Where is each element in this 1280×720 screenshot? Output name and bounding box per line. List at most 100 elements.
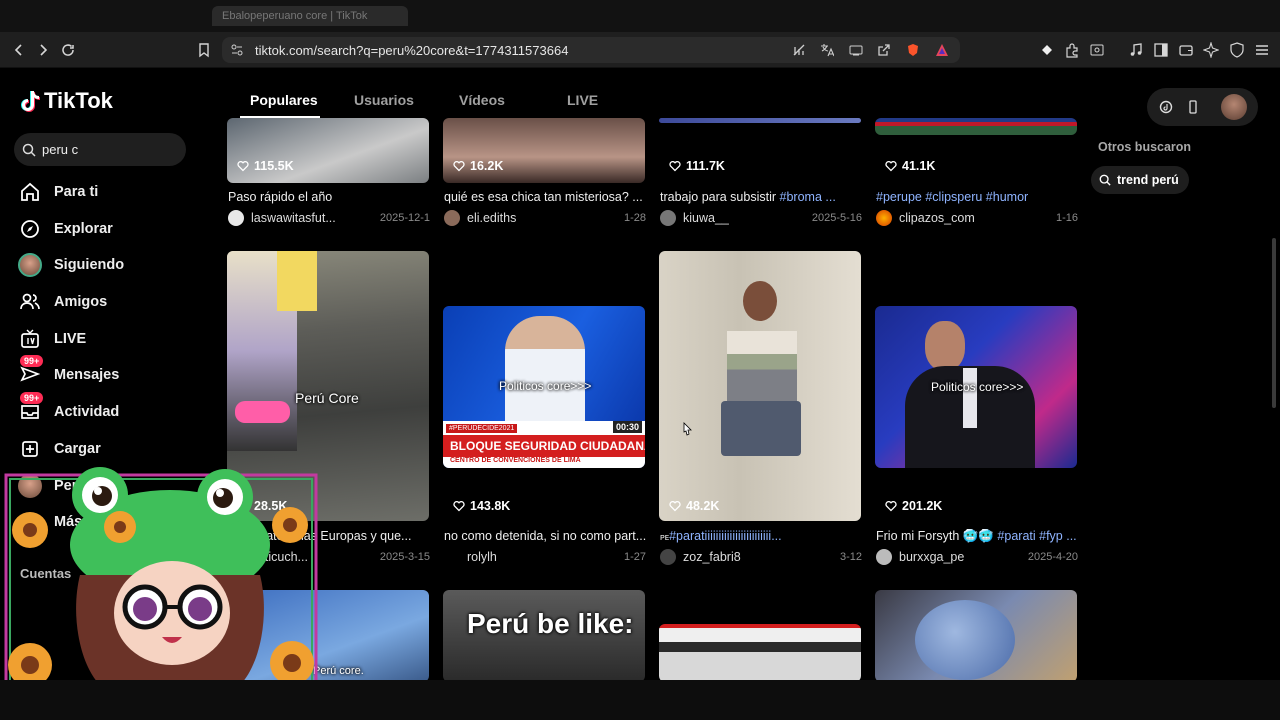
video-thumbnail[interactable] xyxy=(875,118,1077,135)
like-count: 48.2K xyxy=(669,499,719,513)
video-meta: laswawitasfut... 2025-12-1 xyxy=(228,209,430,227)
brave-rewards-icon[interactable] xyxy=(933,41,951,59)
heart-icon xyxy=(669,161,681,172)
video-card[interactable]: 48.2K ᴘᴇ#paratiiiiiiiiiiiiiiiiiiiiiiii..… xyxy=(659,251,862,571)
related-search-chip[interactable]: trend perú xyxy=(1091,166,1189,194)
sidebar-toggle-icon[interactable] xyxy=(1150,39,1172,61)
likes-value: 41.1K xyxy=(902,159,936,173)
extension-dot-icon[interactable] xyxy=(1036,39,1058,61)
site-info-icon[interactable] xyxy=(228,41,246,59)
translate-icon[interactable] xyxy=(818,41,836,59)
vpn-icon[interactable] xyxy=(1226,39,1248,61)
video-caption[interactable]: Frio mi Forsyth 🥶🥶 #parati #fyp ... xyxy=(876,529,1078,544)
author-name[interactable]: rolylh xyxy=(467,550,618,564)
forward-icon[interactable] xyxy=(32,39,54,61)
nav-item-mensajes[interactable]: 99+ Mensajes xyxy=(18,355,218,390)
tab-live[interactable]: LIVE xyxy=(567,92,598,108)
nav-item-para-ti[interactable]: Para ti xyxy=(18,177,218,207)
caption-prefix: ᴘᴇ xyxy=(660,532,670,542)
nav-item-explorar[interactable]: Explorar xyxy=(18,214,218,244)
caption-hashtag[interactable]: #broma ... xyxy=(780,190,836,204)
search-input[interactable]: peru c xyxy=(14,133,186,166)
leo-ai-icon[interactable] xyxy=(1200,39,1222,61)
video-card[interactable]: Perú be like: xyxy=(443,590,646,680)
tiktok-logo[interactable]: TikTok xyxy=(20,88,113,114)
video-caption[interactable]: ᴘᴇ#paratiiiiiiiiiiiiiiiiiiiiiiii... xyxy=(660,529,862,543)
author-avatar[interactable] xyxy=(876,210,892,226)
reload-icon[interactable] xyxy=(57,39,79,61)
thumb-shape xyxy=(963,368,977,428)
author-name[interactable]: kiuwa__ xyxy=(683,211,806,225)
video-thumbnail[interactable] xyxy=(659,118,861,123)
thumb-shape xyxy=(727,331,797,401)
tab-videos[interactable]: Vídeos xyxy=(459,92,505,108)
nav-item-amigos[interactable]: Amigos xyxy=(18,287,218,317)
browser-tab[interactable]: Ebalopeperuano core | TikTok xyxy=(212,6,408,26)
video-caption[interactable]: #perupe #clipsperu #humor xyxy=(876,190,1078,204)
caption-hashtag[interactable]: #paratiiiiiiiiiiiiiiiiiiiiiiii... xyxy=(669,529,782,543)
home-icon xyxy=(18,180,42,204)
post-date: 2025-5-16 xyxy=(811,212,862,224)
like-count: 16.2K xyxy=(453,159,503,173)
menu-icon[interactable] xyxy=(1251,39,1273,61)
share-icon[interactable] xyxy=(875,41,893,59)
video-card[interactable] xyxy=(659,590,862,680)
back-icon[interactable] xyxy=(8,39,30,61)
video-overlay-text: Politicos core>>> xyxy=(931,380,1024,394)
friends-icon xyxy=(18,290,42,314)
author-name[interactable]: eli.ediths xyxy=(467,211,618,225)
brave-shield-icon[interactable] xyxy=(904,41,922,59)
video-caption[interactable]: Paso rápido el año xyxy=(228,190,430,204)
screenshot-icon[interactable] xyxy=(1086,39,1108,61)
author-name[interactable]: laswawitasfut... xyxy=(251,211,374,225)
video-caption[interactable]: no como detenida, si no como part... xyxy=(444,529,646,543)
author-avatar[interactable] xyxy=(660,549,676,565)
bookmark-icon[interactable] xyxy=(193,39,215,61)
search-value: peru c xyxy=(42,142,79,157)
video-card[interactable] xyxy=(875,590,1078,680)
author-name[interactable]: burxxga_pe xyxy=(899,550,1022,564)
thumb-shape xyxy=(277,251,317,311)
user-avatar[interactable] xyxy=(1221,94,1247,120)
author-avatar[interactable] xyxy=(228,210,244,226)
heart-icon xyxy=(669,501,681,512)
url-text: tiktok.com/search?q=peru%20core&t=177431… xyxy=(255,43,569,58)
music-icon[interactable] xyxy=(1125,39,1147,61)
video-thumbnail[interactable] xyxy=(443,118,645,183)
address-bar[interactable]: tiktok.com/search?q=peru%20core&t=177431… xyxy=(222,37,960,63)
video-thumbnail[interactable] xyxy=(659,251,861,521)
video-thumbnail[interactable] xyxy=(875,590,1077,680)
author-avatar[interactable] xyxy=(660,210,676,226)
video-caption[interactable]: quié es esa chica tan misteriosa? ... xyxy=(444,190,646,204)
video-thumbnail[interactable] xyxy=(227,118,429,183)
likes-value: 16.2K xyxy=(470,159,504,173)
heart-icon xyxy=(453,161,465,172)
caption-hashtag[interactable]: #perupe #clipsperu #humor xyxy=(876,190,1028,204)
tiktok-coin-icon[interactable] xyxy=(1156,97,1176,117)
video-card[interactable]: #PERÚDECIDE2021 00:30 BLOQUE SEGURIDAD C… xyxy=(443,251,646,571)
author-avatar[interactable] xyxy=(876,549,892,565)
author-name[interactable]: clipazos_com xyxy=(899,211,1050,225)
cast-icon[interactable] xyxy=(847,41,865,59)
activity-badge: 99+ xyxy=(20,392,44,404)
nav-item-live[interactable]: LIVE xyxy=(18,324,218,354)
author-avatar[interactable] xyxy=(444,210,460,226)
nav-label: LIVE xyxy=(54,331,87,347)
tab-populares[interactable]: Populares xyxy=(250,92,318,108)
mobile-app-icon[interactable] xyxy=(1183,97,1203,117)
tracking-icon[interactable] xyxy=(790,41,808,59)
page-scrollbar[interactable] xyxy=(1272,238,1276,408)
nav-item-cargar[interactable]: Cargar xyxy=(18,434,218,464)
nav-item-actividad[interactable]: 99+ Actividad xyxy=(18,392,218,427)
wallet-icon[interactable] xyxy=(1175,39,1197,61)
caption-hashtag[interactable]: #parati #fyp ... xyxy=(997,529,1076,543)
tab-usuarios[interactable]: Usuarios xyxy=(354,92,414,108)
nav-label: Explorar xyxy=(54,221,113,237)
video-caption[interactable]: trabajo para subsistir #broma ... xyxy=(660,190,862,204)
video-thumbnail[interactable] xyxy=(659,624,861,680)
video-card[interactable]: Politicos core>>> 201.2K Frio mi Forsyth… xyxy=(875,251,1078,571)
author-avatar[interactable] xyxy=(444,549,460,565)
nav-item-siguiendo[interactable]: Siguiendo xyxy=(18,250,218,280)
author-name[interactable]: zoz_fabri8 xyxy=(683,550,834,564)
extensions-icon[interactable] xyxy=(1061,39,1083,61)
